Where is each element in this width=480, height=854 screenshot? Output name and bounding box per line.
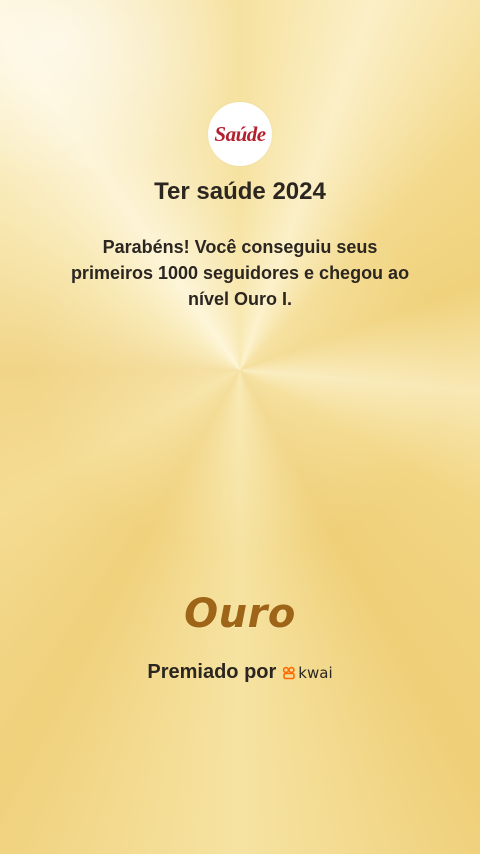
awarded-by-label: Premiado por	[147, 661, 277, 683]
brand-name: kwai	[298, 663, 333, 682]
achievement-screen: Saúde Ter saúde 2024 Parabéns! Você cons…	[0, 0, 480, 854]
level-name: Ouro	[184, 591, 296, 637]
channel-name: Ter saúde 2024	[154, 178, 326, 205]
awarded-by: Premiado por kwai	[0, 661, 480, 684]
congratulation-message: Parabéns! Você conseguiu seus primeiros …	[70, 237, 410, 309]
avatar-logo-text: Saúde	[214, 121, 266, 146]
brand-logo: kwai	[282, 663, 333, 682]
channel-avatar: Saúde	[208, 102, 272, 166]
kwai-logo-icon	[283, 666, 296, 679]
